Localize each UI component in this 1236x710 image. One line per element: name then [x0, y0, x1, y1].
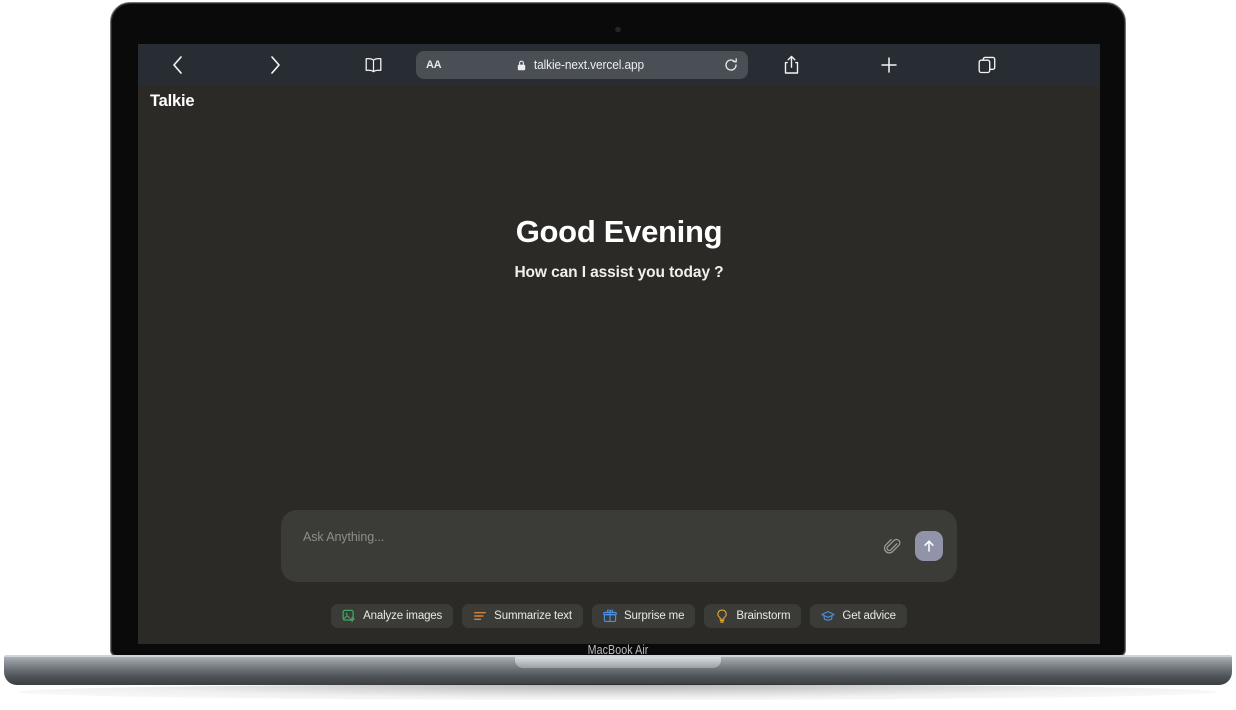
attach-file-button[interactable] — [881, 535, 903, 557]
lightbulb-icon — [715, 609, 729, 623]
laptop-shadow — [18, 684, 1218, 700]
plus-icon — [881, 57, 897, 73]
webcam-icon — [615, 27, 621, 32]
suggestion-chips: Analyze images Summarize text Surprise m… — [138, 604, 1100, 628]
new-tab-button[interactable] — [868, 50, 910, 80]
paperclip-icon — [883, 538, 900, 554]
suggestion-chip-analyze-images[interactable]: Analyze images — [331, 604, 454, 628]
screenshot-root: AA talkie-next.vercel.app Talkie Good Ev… — [0, 0, 1236, 710]
laptop-lid: AA talkie-next.vercel.app Talkie Good Ev… — [110, 2, 1126, 657]
hero-section: Good Evening How can I assist you today … — [138, 214, 1100, 282]
send-button[interactable] — [915, 531, 943, 561]
back-button[interactable] — [156, 50, 198, 80]
suggestion-chip-label: Analyze images — [363, 610, 443, 622]
reload-icon — [725, 58, 737, 71]
share-icon — [784, 55, 798, 74]
chevron-left-icon — [172, 56, 182, 74]
prompt-input[interactable]: Ask Anything... — [303, 530, 384, 544]
address-bar-content: talkie-next.vercel.app — [416, 58, 748, 72]
forward-button[interactable] — [254, 50, 296, 80]
reload-button[interactable] — [724, 58, 738, 72]
text-size-button[interactable]: AA — [426, 59, 442, 71]
laptop-base — [4, 655, 1232, 685]
laptop-screen: AA talkie-next.vercel.app Talkie Good Ev… — [138, 44, 1100, 644]
suggestion-chip-label: Get advice — [842, 610, 896, 622]
show-tabs-button[interactable] — [966, 50, 1008, 80]
suggestion-chip-label: Brainstorm — [736, 610, 791, 622]
tabs-icon — [978, 56, 996, 74]
share-button[interactable] — [770, 50, 812, 80]
gift-icon — [603, 609, 617, 623]
suggestion-chip-surprise-me[interactable]: Surprise me — [591, 604, 696, 628]
app-brand-logo[interactable]: Talkie — [150, 92, 195, 111]
suggestion-chip-brainstorm[interactable]: Brainstorm — [704, 604, 802, 628]
bookmarks-button[interactable] — [352, 50, 394, 80]
suggestion-chip-get-advice[interactable]: Get advice — [810, 604, 907, 628]
arrow-up-icon — [924, 540, 934, 552]
chevron-right-icon — [270, 56, 280, 74]
suggestion-chip-summarize-text[interactable]: Summarize text — [462, 604, 583, 628]
composer-actions — [881, 531, 943, 561]
laptop-base-notch — [515, 655, 721, 668]
address-bar[interactable]: AA talkie-next.vercel.app — [416, 51, 748, 79]
laptop-chin: MacBook Air — [111, 642, 1125, 657]
suggestion-chip-label: Summarize text — [494, 610, 572, 622]
suggestion-chip-label: Surprise me — [623, 610, 685, 622]
page-subtitle: How can I assist you today ? — [514, 264, 724, 281]
lock-icon — [517, 60, 526, 70]
image-plus-icon — [342, 609, 356, 623]
browser-toolbar: AA talkie-next.vercel.app — [138, 44, 1100, 86]
text-lines-icon — [473, 609, 487, 623]
book-icon — [365, 57, 381, 73]
graduation-cap-icon — [821, 609, 836, 623]
web-page: Talkie Good Evening How can I assist you… — [138, 86, 1100, 644]
message-composer[interactable]: Ask Anything... — [281, 510, 957, 582]
address-bar-url: talkie-next.vercel.app — [533, 58, 645, 72]
page-title: Good Evening — [515, 214, 723, 249]
